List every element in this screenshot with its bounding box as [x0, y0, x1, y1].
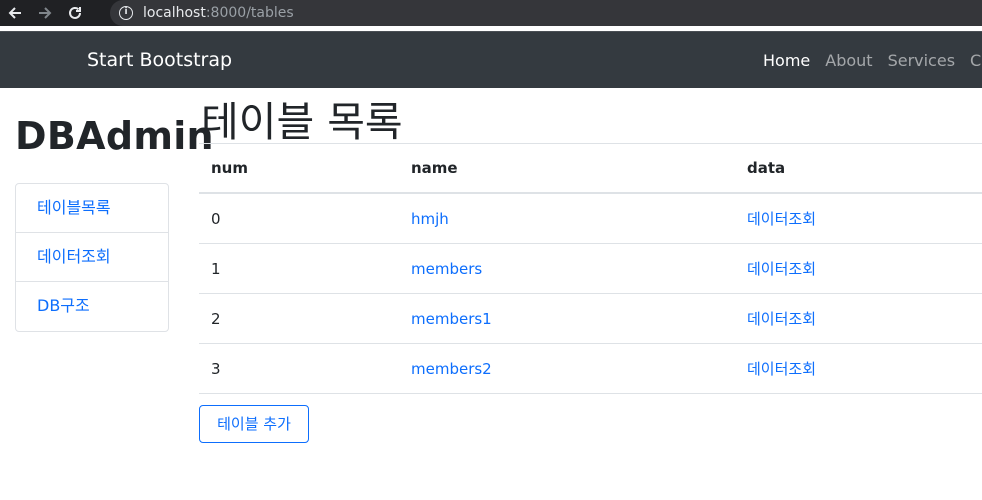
- url-path: :8000/tables: [205, 5, 294, 21]
- back-icon[interactable]: [4, 2, 26, 24]
- browser-toolbar: i localhost:8000/tables: [0, 0, 982, 26]
- row-num: 3: [199, 343, 399, 394]
- url-host: localhost: [143, 5, 206, 21]
- nav-links: Home About Services Con: [763, 51, 982, 70]
- data-view-link[interactable]: 데이터조회: [735, 293, 982, 344]
- data-view-link[interactable]: 데이터조회: [735, 243, 982, 294]
- row-num: 2: [199, 293, 399, 344]
- table-name-link[interactable]: members: [399, 243, 735, 294]
- table-name-link[interactable]: members1: [399, 293, 735, 344]
- sidebar-item-data-view[interactable]: 데이터조회: [16, 233, 168, 282]
- column-header-name: name: [399, 143, 735, 194]
- info-icon[interactable]: i: [119, 6, 133, 20]
- sidebar-menu: 테이블목록 데이터조회 DB구조: [15, 183, 169, 332]
- url-text[interactable]: localhost:8000/tables: [143, 5, 294, 21]
- column-header-num: num: [199, 143, 399, 194]
- nav-link-services[interactable]: Services: [888, 51, 955, 70]
- address-bar[interactable]: i localhost:8000/tables: [110, 0, 982, 26]
- row-num: 0: [199, 193, 399, 244]
- column-header-data: data: [735, 143, 982, 194]
- table-row: 0 hmjh 데이터조회: [199, 193, 982, 244]
- table-name-link[interactable]: members2: [399, 343, 735, 394]
- top-navbar: Start Bootstrap Home About Services Con: [0, 31, 982, 88]
- data-view-link[interactable]: 데이터조회: [735, 343, 982, 394]
- nav-link-about[interactable]: About: [825, 51, 872, 70]
- sidebar-item-db-structure[interactable]: DB구조: [16, 282, 168, 331]
- nav-link-contact[interactable]: Con: [970, 51, 982, 70]
- add-table-button[interactable]: 테이블 추가: [199, 405, 309, 443]
- sidebar-title: DBAdmin: [15, 114, 214, 158]
- data-view-link[interactable]: 데이터조회: [735, 193, 982, 244]
- table-name-link[interactable]: hmjh: [399, 193, 735, 244]
- reload-icon[interactable]: [64, 2, 86, 24]
- table-row: 2 members1 데이터조회: [199, 293, 982, 344]
- navbar-brand[interactable]: Start Bootstrap: [87, 49, 232, 71]
- nav-link-home[interactable]: Home: [763, 51, 810, 70]
- table-header-row: num name data: [199, 143, 982, 194]
- row-num: 1: [199, 243, 399, 294]
- table-row: 3 members2 데이터조회: [199, 343, 982, 394]
- forward-icon[interactable]: [34, 2, 56, 24]
- sidebar-item-table-list[interactable]: 테이블목록: [16, 184, 168, 233]
- table-row: 1 members 데이터조회: [199, 243, 982, 294]
- tables-table: num name data 0 hmjh 데이터조회 1 members 데이터…: [199, 143, 982, 394]
- page-title: 테이블 목록: [201, 98, 403, 146]
